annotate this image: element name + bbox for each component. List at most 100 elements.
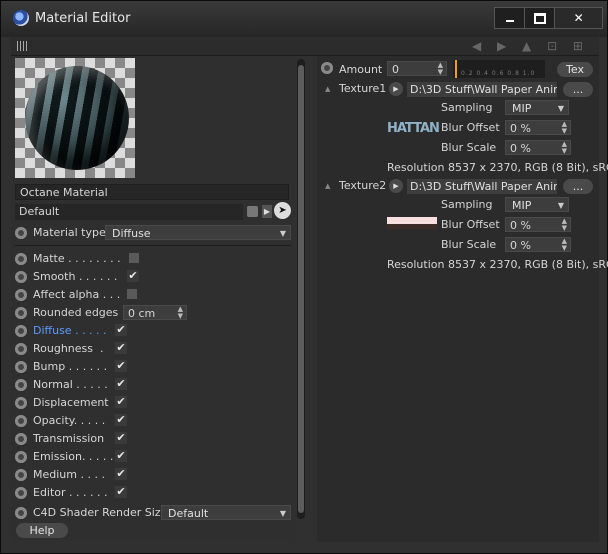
- checkmark-icon[interactable]: ✔: [115, 414, 127, 426]
- chevron-down-icon: ▼: [279, 229, 286, 238]
- spinner-icon[interactable]: ▲ ▼: [438, 62, 443, 76]
- texture2-load-button[interactable]: ▶: [389, 179, 403, 193]
- material-type-dropdown[interactable]: Diffuse ▼: [105, 225, 291, 240]
- texture2-path[interactable]: D:\3D Stuff\Wall Paper Anim: [407, 179, 557, 194]
- checkmark-icon[interactable]: ✔: [115, 378, 127, 390]
- texture2-browse-button[interactable]: ...: [563, 179, 593, 194]
- checkmark-icon[interactable]: ✔: [127, 270, 139, 282]
- expand-triangle-icon[interactable]: ▲: [325, 182, 330, 190]
- checkmark-icon[interactable]: ✔: [115, 468, 127, 480]
- property-label[interactable]: Matte . . . . . . . .: [33, 252, 121, 265]
- c4d-shader-dropdown[interactable]: Default ▼: [161, 505, 291, 520]
- help-button[interactable]: Help: [16, 523, 68, 538]
- close-button[interactable]: ✕: [555, 8, 603, 28]
- property-radio[interactable]: [15, 397, 27, 409]
- texture1-sampling-label: Sampling: [441, 101, 493, 114]
- preset-arrow-button[interactable]: ▶: [262, 205, 272, 218]
- property-label[interactable]: Roughness .: [33, 342, 104, 355]
- property-label[interactable]: Bump . . . . . .: [33, 360, 107, 373]
- texture1-load-button[interactable]: ▶: [389, 82, 403, 96]
- property-radio[interactable]: [15, 307, 27, 319]
- property-radio[interactable]: [15, 415, 27, 427]
- texture1-blur-scale-field[interactable]: 0 % ▲ ▼: [505, 140, 571, 155]
- property-label[interactable]: Smooth . . . . . .: [33, 270, 117, 283]
- property-radio[interactable]: [15, 379, 27, 391]
- texture2-sampling-dropdown[interactable]: MIP ▼: [505, 197, 569, 212]
- checkbox[interactable]: [129, 253, 139, 263]
- property-radio[interactable]: [15, 271, 27, 283]
- scrollbar-thumb[interactable]: [298, 65, 304, 513]
- toolbar-grip-icon[interactable]: [17, 41, 27, 51]
- checkmark-icon[interactable]: ✔: [115, 360, 127, 372]
- property-label[interactable]: Medium . . . .: [33, 468, 105, 481]
- property-radio[interactable]: [15, 253, 27, 265]
- property-label[interactable]: Editor . . . . . .: [33, 486, 108, 499]
- texture1-path[interactable]: D:\3D Stuff\Wall Paper Anim: [407, 82, 557, 97]
- toolbar-nav-icons[interactable]: ◀ ▶ ▲ ⊡ ⊞: [472, 39, 589, 53]
- property-label[interactable]: Rounded edges: [33, 306, 118, 319]
- property-label[interactable]: Emission. . . . .: [33, 450, 113, 463]
- texture2-resolution: Resolution 8537 x 2370, RGB (8 Bit), sRG…: [387, 258, 608, 271]
- spinner-icon[interactable]: ▲ ▼: [562, 141, 567, 155]
- property-label[interactable]: Opacity. . . . .: [33, 414, 105, 427]
- property-radio[interactable]: [15, 469, 27, 481]
- texture1-resolution: Resolution 8537 x 2370, RGB (8 Bit), sRG…: [387, 161, 608, 174]
- material-type-radio[interactable]: [15, 227, 27, 239]
- property-label[interactable]: Diffuse . . . . .: [33, 324, 107, 337]
- amount-slider[interactable]: 0.2 0.4 0.6 0.8 1.0: [453, 60, 545, 78]
- slider-marker[interactable]: [455, 60, 457, 78]
- preset-field[interactable]: Default: [15, 204, 243, 220]
- property-row: Editor . . . . . . ✔: [15, 484, 295, 502]
- checkmark-icon[interactable]: ✔: [115, 432, 127, 444]
- expand-triangle-icon[interactable]: ▲: [325, 85, 330, 93]
- rounded-edges-field[interactable]: 0 cm ▲ ▼: [123, 305, 187, 320]
- checkbox[interactable]: [127, 289, 137, 299]
- property-radio[interactable]: [15, 451, 27, 463]
- property-radio[interactable]: [15, 289, 27, 301]
- cinema4d-app-icon: [13, 10, 29, 26]
- maximize-button[interactable]: [525, 8, 556, 28]
- spinner-icon[interactable]: ▲ ▼: [562, 238, 567, 252]
- checkmark-icon[interactable]: ✔: [115, 342, 127, 354]
- slider-ticks: 0.2 0.4 0.6 0.8 1.0: [461, 70, 536, 77]
- property-row: Medium . . . . ✔: [15, 466, 295, 484]
- amount-radio[interactable]: [321, 62, 333, 74]
- tex-button[interactable]: Tex: [557, 62, 593, 77]
- spinner-icon[interactable]: ▲ ▼: [562, 121, 567, 135]
- property-radio[interactable]: [15, 487, 27, 499]
- preset-square-button[interactable]: [247, 206, 258, 217]
- property-label[interactable]: Transmission: [33, 432, 104, 445]
- texture2-blur-offset-field[interactable]: 0 % ▲ ▼: [505, 217, 571, 232]
- amount-value: 0: [392, 63, 399, 76]
- material-type-row: Material type Diffuse ▼: [15, 224, 291, 242]
- chevron-down-icon: ▼: [557, 201, 564, 210]
- checkmark-icon[interactable]: ✔: [115, 396, 127, 408]
- spinner-icon[interactable]: ▲ ▼: [562, 218, 567, 232]
- property-radio[interactable]: [15, 361, 27, 373]
- texture2-blur-scale-value: 0 %: [510, 239, 531, 252]
- texture1-sampling-dropdown[interactable]: MIP ▼: [505, 100, 569, 115]
- texture2-blur-scale-field[interactable]: 0 % ▲ ▼: [505, 237, 571, 252]
- minimize-button[interactable]: [495, 8, 526, 28]
- property-radio[interactable]: [15, 343, 27, 355]
- property-radio[interactable]: [15, 433, 27, 445]
- property-label[interactable]: Affect alpha . . .: [33, 288, 120, 301]
- spinner-icon[interactable]: ▲ ▼: [178, 306, 183, 320]
- c4d-shader-radio[interactable]: [15, 507, 27, 519]
- property-row: Opacity. . . . . ✔: [15, 412, 295, 430]
- material-name[interactable]: Octane Material: [15, 184, 289, 200]
- pointer-icon[interactable]: ➤: [274, 202, 291, 219]
- property-radio[interactable]: [15, 325, 27, 337]
- property-label[interactable]: Normal . . . . .: [33, 378, 108, 391]
- checkmark-icon[interactable]: ✔: [115, 486, 127, 498]
- checkmark-icon[interactable]: ✔: [115, 450, 127, 462]
- texture1-browse-button[interactable]: ...: [563, 82, 593, 97]
- property-label[interactable]: Displacement: [33, 396, 109, 409]
- material-preview[interactable]: [15, 58, 135, 178]
- checkmark-icon[interactable]: ✔: [115, 324, 127, 336]
- chevron-down-icon: ▼: [279, 509, 286, 518]
- texture1-blur-offset-field[interactable]: 0 % ▲ ▼: [505, 120, 571, 135]
- left-scrollbar[interactable]: [297, 59, 305, 519]
- title-bar[interactable]: Material Editor ✕: [1, 1, 607, 37]
- amount-field[interactable]: 0 ▲ ▼: [387, 61, 447, 76]
